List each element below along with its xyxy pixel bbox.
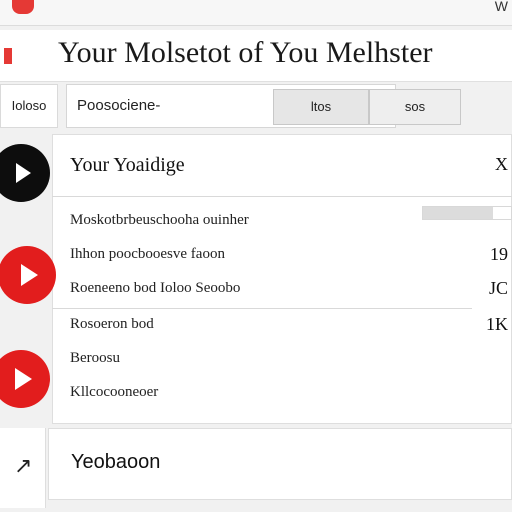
play-icon <box>15 368 32 390</box>
tab-second[interactable]: sos <box>369 89 461 125</box>
footer: ↗ Yeobaoon <box>0 428 512 512</box>
list-item-value: JC <box>488 278 508 298</box>
list-item[interactable]: Roeneeno bod Ioloo Seoobo <box>70 280 240 297</box>
list-item[interactable]: Rosoeron bod <box>70 316 154 333</box>
footer-nav[interactable]: ↗ <box>0 428 46 508</box>
section-title: Your Yoaidige <box>70 154 185 176</box>
play-button-red[interactable] <box>0 246 56 304</box>
search-input[interactable]: Poosociene- ltos sos <box>66 84 461 128</box>
brand-accent-icon <box>12 0 34 14</box>
corner-label: W <box>494 0 508 14</box>
play-icon <box>21 264 38 286</box>
list-item[interactable]: Ihhon poocbooesve faoon <box>70 246 225 263</box>
bookmark-icon <box>4 48 12 64</box>
content-list: Your Yoaidige X Moskotbrbeuschooha ouinh… <box>0 134 512 424</box>
list-item-value: 19 <box>490 244 508 264</box>
divider <box>52 308 472 309</box>
section-value: X <box>495 154 508 174</box>
footer-card[interactable]: Yeobaoon <box>48 428 512 500</box>
search-input-value: Poosociene- <box>77 97 161 114</box>
tab-first[interactable]: ltos <box>273 89 369 125</box>
footer-label: Yeobaoon <box>71 451 161 473</box>
list-item[interactable]: Kllcocooneoer <box>70 384 158 401</box>
list-item[interactable]: Moskotbrbeuschooha ouinher <box>70 212 249 229</box>
toolbar-left-button[interactable]: Ioloso <box>0 84 58 128</box>
page-header: Your Molsetot of You Melhster <box>0 30 512 82</box>
progress-track <box>422 206 512 220</box>
content-card <box>52 134 512 424</box>
play-button-red[interactable] <box>0 350 50 408</box>
page-title: Your Molsetot of You Melhster <box>58 36 433 69</box>
progress-fill <box>423 207 494 219</box>
toolbar: Ioloso Poosociene- ltos sos <box>0 84 512 130</box>
top-bar: W <box>0 0 512 26</box>
divider <box>52 196 512 197</box>
list-item[interactable]: Beroosu <box>70 350 120 367</box>
play-button-dark[interactable] <box>0 144 50 202</box>
arrow-nav-icon: ↗ <box>14 454 33 479</box>
list-item-value: 1K <box>486 314 508 334</box>
play-icon <box>16 163 31 183</box>
